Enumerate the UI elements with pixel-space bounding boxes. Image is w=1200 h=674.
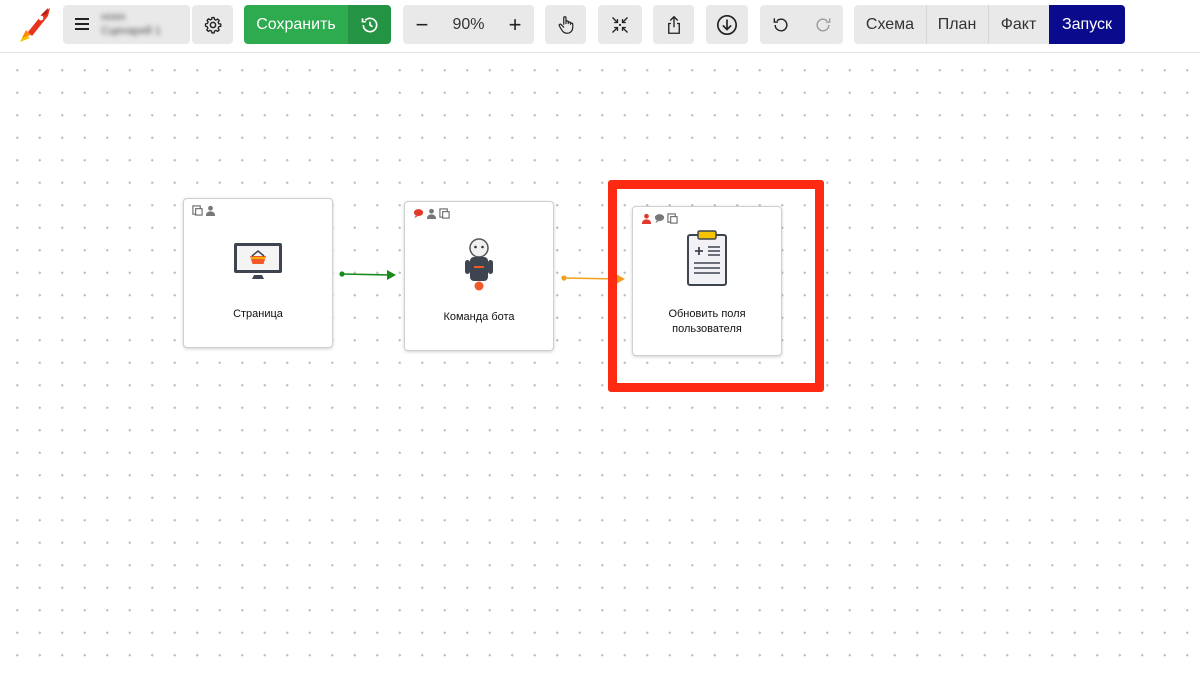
form-icon: [439, 208, 450, 219]
share-icon: [667, 15, 680, 34]
undo-button[interactable]: [760, 5, 802, 44]
history-button[interactable]: [348, 5, 391, 44]
run-button[interactable]: Запуск: [1049, 5, 1125, 44]
history-controls: [760, 5, 843, 44]
save-label: Сохранить: [256, 15, 336, 33]
clipboard-icon: [687, 230, 727, 286]
zoom-level: 90%: [441, 5, 496, 44]
scenario-subtitle: Сценарий 1: [101, 25, 162, 37]
hand-pointer-icon: [558, 15, 573, 34]
toolbar: ноон Сценарий 1 Сохранить − 90% + Схема …: [0, 0, 1200, 53]
scheme-canvas[interactable]: Страница Команда бота Обновить поля поль…: [0, 53, 1200, 674]
user-icon: [205, 205, 216, 216]
tab-schema[interactable]: Схема: [854, 5, 927, 44]
zoom-in-button[interactable]: +: [496, 5, 534, 44]
node-bot-command[interactable]: Команда бота: [404, 201, 554, 351]
connection-page-to-bot[interactable]: [339, 270, 396, 280]
download-button[interactable]: [706, 5, 748, 44]
form-icon: [192, 205, 203, 216]
form-icon: [667, 213, 678, 224]
download-circle-icon: [717, 14, 737, 35]
rocket-logo-icon: [20, 8, 50, 42]
user-icon: [426, 208, 437, 219]
monitor-basket-icon: [234, 243, 282, 279]
save-button[interactable]: Сохранить: [244, 5, 348, 44]
hand-tool-button[interactable]: [545, 5, 586, 44]
scenario-name: ноон: [101, 11, 126, 23]
hamburger-icon: [75, 18, 89, 30]
scenario-menu-button[interactable]: ноон Сценарий 1: [63, 5, 190, 44]
node-page[interactable]: Страница: [183, 198, 333, 348]
gear-icon: [204, 16, 221, 34]
node-update-user-fields[interactable]: Обновить поля пользователя: [632, 206, 782, 356]
run-label: Запуск: [1061, 15, 1113, 33]
node-badges: [192, 205, 216, 216]
robot-icon: [465, 238, 493, 291]
node-label: Обновить поля пользователя: [668, 308, 746, 335]
app-logo[interactable]: [18, 4, 54, 44]
history-icon: [361, 17, 377, 32]
export-button[interactable]: [653, 5, 694, 44]
redo-button[interactable]: [802, 5, 843, 44]
node-label: Команда бота: [443, 311, 515, 323]
connections-layer: [339, 270, 625, 284]
tab-schema-label: Схема: [865, 15, 915, 33]
tab-fact-label: Факт: [1000, 15, 1037, 33]
settings-button[interactable]: [192, 5, 233, 44]
tab-fact[interactable]: Факт: [988, 5, 1049, 44]
node-badges: [641, 213, 678, 224]
node-badges: [413, 208, 450, 219]
zoom-out-label: −: [415, 11, 429, 37]
zoom-in-label: +: [508, 11, 522, 37]
tab-plan[interactable]: План: [926, 5, 989, 44]
chat-icon: [413, 209, 424, 219]
tab-plan-label: План: [937, 15, 977, 33]
user-icon: [641, 213, 652, 224]
redo-icon: [815, 17, 830, 31]
arrange-button[interactable]: [598, 5, 642, 44]
zoom-control: − 90% +: [403, 5, 534, 44]
zoom-out-button[interactable]: −: [403, 5, 441, 44]
node-label: Страница: [233, 308, 283, 320]
undo-icon: [773, 17, 788, 31]
collapse-arrows-icon: [612, 16, 628, 33]
view-switcher: Схема План Факт Запуск: [854, 5, 1125, 44]
zoom-value: 90%: [452, 15, 485, 33]
chat-icon: [654, 214, 665, 224]
